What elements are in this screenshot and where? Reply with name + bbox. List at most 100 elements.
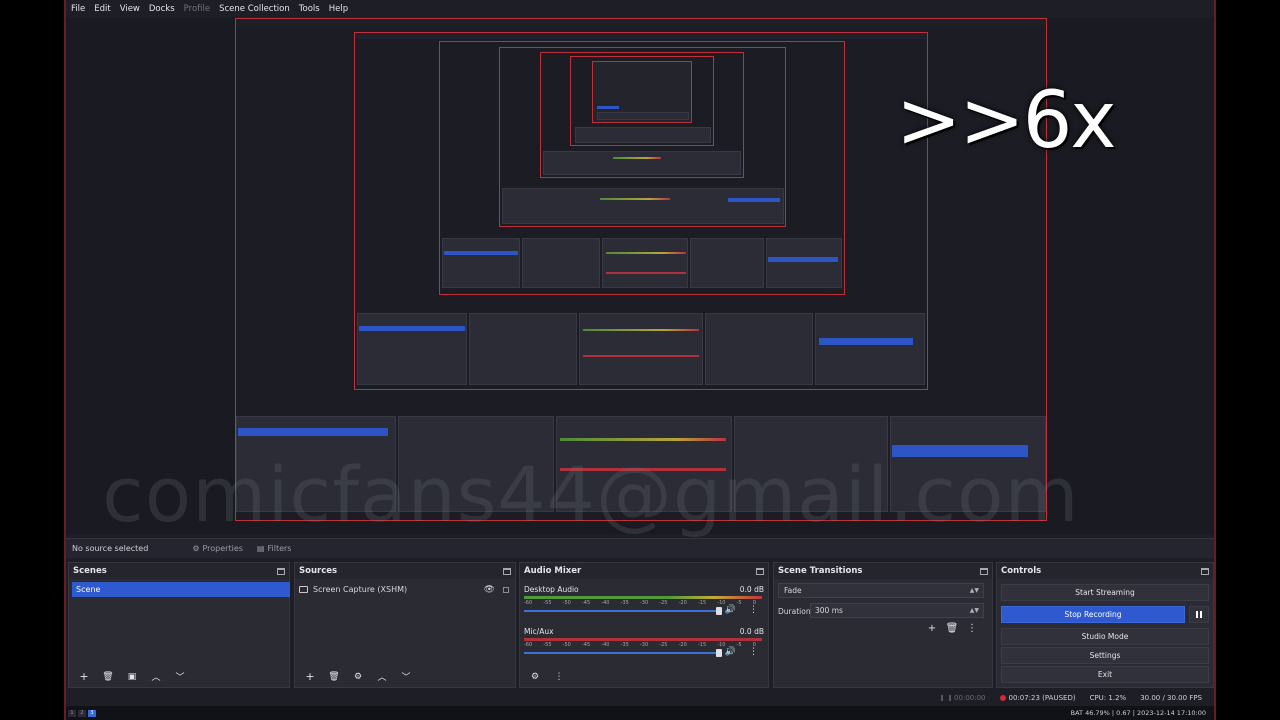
mixer-channel-desktop: Desktop Audio 0.0 dB -60 -55 -50 -45 -40 -35-… (524, 585, 764, 621)
filters-button[interactable]: ▤ Filters (257, 544, 292, 553)
channel-name: Desktop Audio (524, 585, 579, 594)
workspace-2[interactable]: 2 (78, 709, 86, 717)
source-item[interactable]: Screen Capture (XSHM) 👁 (299, 582, 511, 597)
scene-transitions-dock: Scene Transitions Fade ▲▼ Duration 300 m… (773, 562, 993, 688)
pause-icon (1196, 611, 1198, 618)
sources-title: Sources (299, 566, 338, 576)
remove-transition-button[interactable]: 🗑 (942, 623, 962, 634)
menu-edit[interactable]: Edit (94, 4, 110, 14)
channel-db: 0.0 dB (739, 627, 764, 636)
audio-mixer-title: Audio Mixer (524, 566, 582, 576)
scenes-dock: Scenes Scene + 🗑 ▣ ︿ ﹀ (68, 562, 290, 688)
audio-mixer-dock: Audio Mixer Desktop Audio 0.0 dB -60 -55-… (519, 562, 769, 688)
filter-icon: ▤ (256, 544, 265, 553)
stop-recording-button[interactable]: Stop Recording (1001, 606, 1185, 623)
undock-icon[interactable] (756, 567, 764, 575)
more-options-icon[interactable]: ⋮ (749, 647, 758, 657)
scene-item[interactable]: Scene (72, 582, 290, 597)
menu-help[interactable]: Help (329, 4, 348, 14)
menu-profile: Profile (183, 4, 211, 14)
sources-dock: Sources Screen Capture (XSHM) 👁 + 🗑 ⚙ ︿ … (294, 562, 516, 688)
studio-mode-button[interactable]: Studio Mode (1001, 628, 1209, 645)
remove-scene-button[interactable]: 🗑 (99, 669, 117, 684)
transition-select[interactable]: Fade ▲▼ (778, 583, 984, 598)
add-transition-button[interactable]: + (922, 623, 942, 634)
scene-transitions-dock-title: Scene Transitions (774, 563, 992, 579)
controls-title: Controls (1001, 566, 1042, 576)
obs-window: File Edit View Docks Profile Scene Colle… (64, 0, 1216, 720)
volume-meter (524, 638, 762, 641)
stream-time: 00:00:00 (954, 694, 986, 702)
volume-slider[interactable] (524, 652, 720, 654)
watermark: comicfans44@gmail.com (102, 450, 1080, 539)
menu-bar: File Edit View Docks Profile Scene Colle… (66, 0, 1214, 18)
duration-label: Duration (778, 607, 811, 616)
workspace-3[interactable]: 3 (88, 709, 96, 717)
eye-icon[interactable]: 👁 (484, 585, 495, 595)
mixer-menu-button[interactable]: ⋮ (550, 669, 568, 684)
move-down-button[interactable]: ﹀ (397, 669, 415, 684)
scenes-dock-title: Scenes (69, 563, 289, 579)
scene-filters-button[interactable]: ▣ (123, 669, 141, 684)
menu-scene-collection[interactable]: Scene Collection (219, 4, 290, 14)
system-tray-status: BAT 46.79% | 0.67 | 2023-12-14 17:10:00 (1070, 709, 1206, 717)
controls-dock: Controls Start Streaming Stop Recording … (996, 562, 1214, 688)
speaker-icon[interactable]: 🔊 (725, 605, 736, 615)
undock-icon[interactable] (980, 567, 988, 575)
mixer-toolbar: ⚙ ⋮ (526, 669, 574, 684)
monitor-icon (299, 586, 308, 593)
start-streaming-button[interactable]: Start Streaming (1001, 584, 1209, 601)
record-time: 00:07:23 (PAUSED) (1008, 694, 1076, 702)
source-item-label: Screen Capture (XSHM) (313, 585, 408, 594)
volume-slider[interactable] (524, 610, 720, 612)
audio-mixer-dock-title: Audio Mixer (520, 563, 768, 579)
advanced-audio-button[interactable]: ⚙ (526, 669, 544, 684)
duration-value: 300 ms (815, 606, 843, 615)
lock-icon[interactable] (503, 586, 509, 593)
chevron-updown-icon: ▲▼ (969, 587, 979, 594)
volume-slider-handle[interactable] (716, 649, 722, 657)
pause-recording-button[interactable] (1189, 606, 1209, 623)
add-scene-button[interactable]: + (75, 669, 93, 684)
undock-icon[interactable] (277, 567, 285, 575)
volume-meter (524, 596, 762, 599)
letterbox-left (0, 0, 64, 720)
volume-slider-handle[interactable] (716, 607, 722, 615)
menu-file[interactable]: File (71, 4, 85, 14)
move-down-button[interactable]: ﹀ (171, 669, 189, 684)
remove-source-button[interactable]: 🗑 (325, 669, 343, 684)
preview-canvas[interactable]: >>6x comicfans44@gmail.com (66, 18, 1214, 539)
menu-docks[interactable]: Docks (149, 4, 175, 14)
stream-status: 00:00:00 (941, 694, 986, 702)
more-options-icon[interactable]: ⋮ (749, 605, 758, 615)
speaker-icon[interactable]: 🔊 (725, 647, 736, 657)
undock-icon[interactable] (503, 567, 511, 575)
scene-transitions-title: Scene Transitions (778, 566, 863, 576)
source-properties-button[interactable]: ⚙ (349, 669, 367, 684)
transition-menu-button[interactable]: ⋮ (962, 623, 982, 634)
status-bar: 00:00:00 00:07:23 (PAUSED) CPU: 1.2% 30.… (66, 690, 1214, 706)
meter-ticks: -60 -55 -50 -45 -40 -35 -30 -25 -20 -15 -10 -5 0 (524, 600, 756, 606)
settings-button[interactable]: Settings (1001, 647, 1209, 664)
fps-readout: 30.00 / 30.00 FPS (1140, 694, 1202, 702)
speed-overlay: >>6x (896, 76, 1116, 166)
menu-tools[interactable]: Tools (299, 4, 320, 14)
move-up-button[interactable]: ︿ (373, 669, 391, 684)
record-status: 00:07:23 (PAUSED) (999, 694, 1076, 702)
sources-dock-title: Sources (295, 563, 515, 579)
workspace-1[interactable]: 1 (68, 709, 76, 717)
scenes-toolbar: + 🗑 ▣ ︿ ﹀ (75, 669, 195, 684)
spinner-icon[interactable]: ▲▼ (970, 607, 979, 614)
properties-label: Properties (202, 544, 243, 553)
letterbox-right (1216, 0, 1280, 720)
menu-view[interactable]: View (120, 4, 140, 14)
move-up-button[interactable]: ︿ (147, 669, 165, 684)
undock-icon[interactable] (1201, 567, 1209, 575)
exit-button[interactable]: Exit (1001, 666, 1209, 683)
source-toolbar: No source selected ⚙ Properties ▤ Filters (66, 538, 1214, 558)
duration-input[interactable]: 300 ms ▲▼ (810, 603, 984, 618)
channel-name: Mic/Aux (524, 627, 554, 636)
properties-button[interactable]: ⚙ Properties (192, 544, 243, 553)
no-source-label: No source selected (72, 544, 149, 553)
add-source-button[interactable]: + (301, 669, 319, 684)
